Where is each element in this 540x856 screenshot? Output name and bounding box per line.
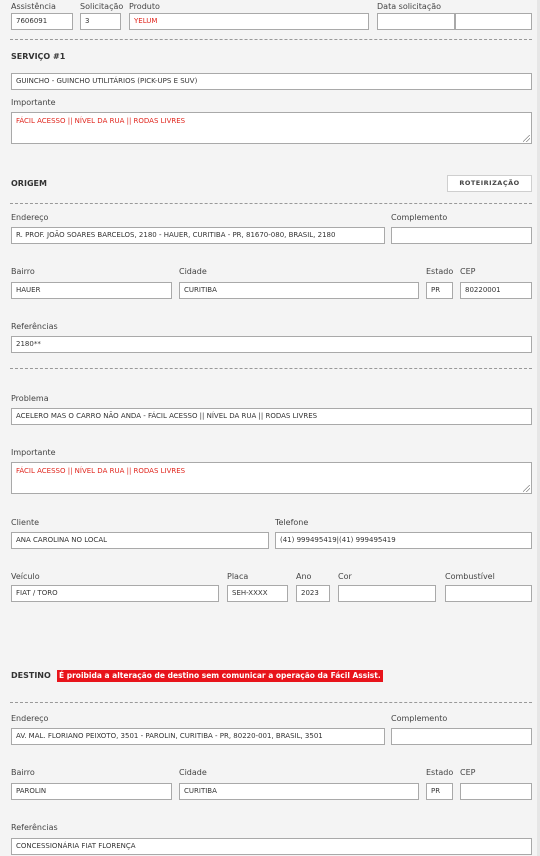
destino-complemento-label: Complemento <box>391 714 448 723</box>
origem-referencias-label: Referências <box>11 322 58 331</box>
servico-title: SERVIÇO #1 <box>11 52 66 61</box>
origem-complemento-label: Complemento <box>391 213 448 222</box>
solicitacao-label: Solicitação <box>80 2 124 11</box>
origem-estado-label: Estado <box>426 267 454 276</box>
cor-label: Cor <box>338 572 352 581</box>
destino-bairro-label: Bairro <box>11 768 35 777</box>
combustivel-label: Combustível <box>445 572 495 581</box>
destino-cep-label: CEP <box>460 768 476 777</box>
origem-endereco-label: Endereço <box>11 213 49 222</box>
solicitacao-field[interactable]: 3 <box>80 13 121 30</box>
divider <box>10 702 532 703</box>
produto-field[interactable]: YELUM <box>129 13 369 30</box>
destino-title: DESTINO <box>11 671 51 680</box>
origem-cidade-label: Cidade <box>179 267 207 276</box>
data-solicitacao-label: Data solicitação <box>377 2 442 11</box>
ano-field[interactable]: 2023 <box>296 585 330 602</box>
data-solicitacao-field[interactable] <box>377 13 455 30</box>
destino-estado-field[interactable]: PR <box>426 783 453 800</box>
combustivel-field[interactable] <box>445 585 532 602</box>
origem-referencias-field[interactable]: 2180** <box>11 336 532 353</box>
destino-bairro-field[interactable]: PAROLIN <box>11 783 172 800</box>
destino-warning-badge: É proibida a alteração de destino sem co… <box>57 670 383 682</box>
origem-endereco-field[interactable]: R. PROF. JOÃO SOARES BARCELOS, 2180 - HA… <box>11 227 385 244</box>
hora-solicitacao-field[interactable] <box>455 13 532 30</box>
problema-field[interactable]: ACELERO MAS O CARRO NÃO ANDA - FÁCIL ACE… <box>11 408 532 425</box>
telefone-field[interactable]: (41) 999495419|(41) 999495419 <box>275 532 532 549</box>
assistencia-field[interactable]: 7606091 <box>11 13 73 30</box>
problema-label: Problema <box>11 394 49 403</box>
origem-title: ORIGEM <box>11 179 47 188</box>
servico-importante-textarea[interactable]: FÁCIL ACESSO || NÍVEL DA RUA || RODAS LI… <box>11 112 532 144</box>
destino-referencias-field[interactable]: CONCESSIONÁRIA FIAT FLORENÇA <box>11 838 532 855</box>
origem-bairro-field[interactable]: HAUER <box>11 282 172 299</box>
resize-grip-icon[interactable] <box>523 135 530 142</box>
divider <box>10 203 532 204</box>
origem-bairro-label: Bairro <box>11 267 35 276</box>
destino-cidade-label: Cidade <box>179 768 207 777</box>
destino-cep-field[interactable] <box>460 783 532 800</box>
origem-cidade-field[interactable]: CURITIBA <box>179 282 419 299</box>
servico-importante-text: FÁCIL ACESSO || NÍVEL DA RUA || RODAS LI… <box>16 117 186 125</box>
destino-endereco-field[interactable]: AV. MAL. FLORIANO PEIXOTO, 3501 - PAROLI… <box>11 728 385 745</box>
resize-grip-icon[interactable] <box>523 485 530 492</box>
telefone-label: Telefone <box>275 518 309 527</box>
origem-estado-field[interactable]: PR <box>426 282 453 299</box>
divider <box>10 39 532 40</box>
origem-cep-label: CEP <box>460 267 476 276</box>
destino-cidade-field[interactable]: CURITIBA <box>179 783 419 800</box>
produto-label: Produto <box>129 2 160 11</box>
destino-endereco-label: Endereço <box>11 714 49 723</box>
veiculo-label: Veículo <box>11 572 40 581</box>
cliente-field[interactable]: ANA CAROLINA NO LOCAL <box>11 532 269 549</box>
origem-complemento-field[interactable] <box>391 227 532 244</box>
problema-importante-text: FÁCIL ACESSO || NÍVEL DA RUA || RODAS LI… <box>16 467 186 475</box>
destino-referencias-label: Referências <box>11 823 58 832</box>
destino-complemento-field[interactable] <box>391 728 532 745</box>
assistencia-label: Assistência <box>11 2 56 11</box>
servico-importante-label: Importante <box>11 98 56 107</box>
destino-estado-label: Estado <box>426 768 454 777</box>
servico-tipo-field[interactable]: GUINCHO - GUINCHO UTILITÁRIOS (PICK-UPS … <box>11 73 532 90</box>
cliente-label: Cliente <box>11 518 40 527</box>
roteirizacao-button[interactable]: ROTEIRIZAÇÃO <box>447 175 532 192</box>
ano-label: Ano <box>296 572 312 581</box>
placa-field[interactable]: SEH-XXXX <box>227 585 288 602</box>
problema-importante-label: Importante <box>11 448 56 457</box>
problema-importante-textarea[interactable]: FÁCIL ACESSO || NÍVEL DA RUA || RODAS LI… <box>11 462 532 494</box>
cor-field[interactable] <box>338 585 436 602</box>
veiculo-field[interactable]: FIAT / TORO <box>11 585 219 602</box>
placa-label: Placa <box>227 572 249 581</box>
origem-cep-field[interactable]: 80220001 <box>460 282 532 299</box>
divider <box>10 368 532 369</box>
